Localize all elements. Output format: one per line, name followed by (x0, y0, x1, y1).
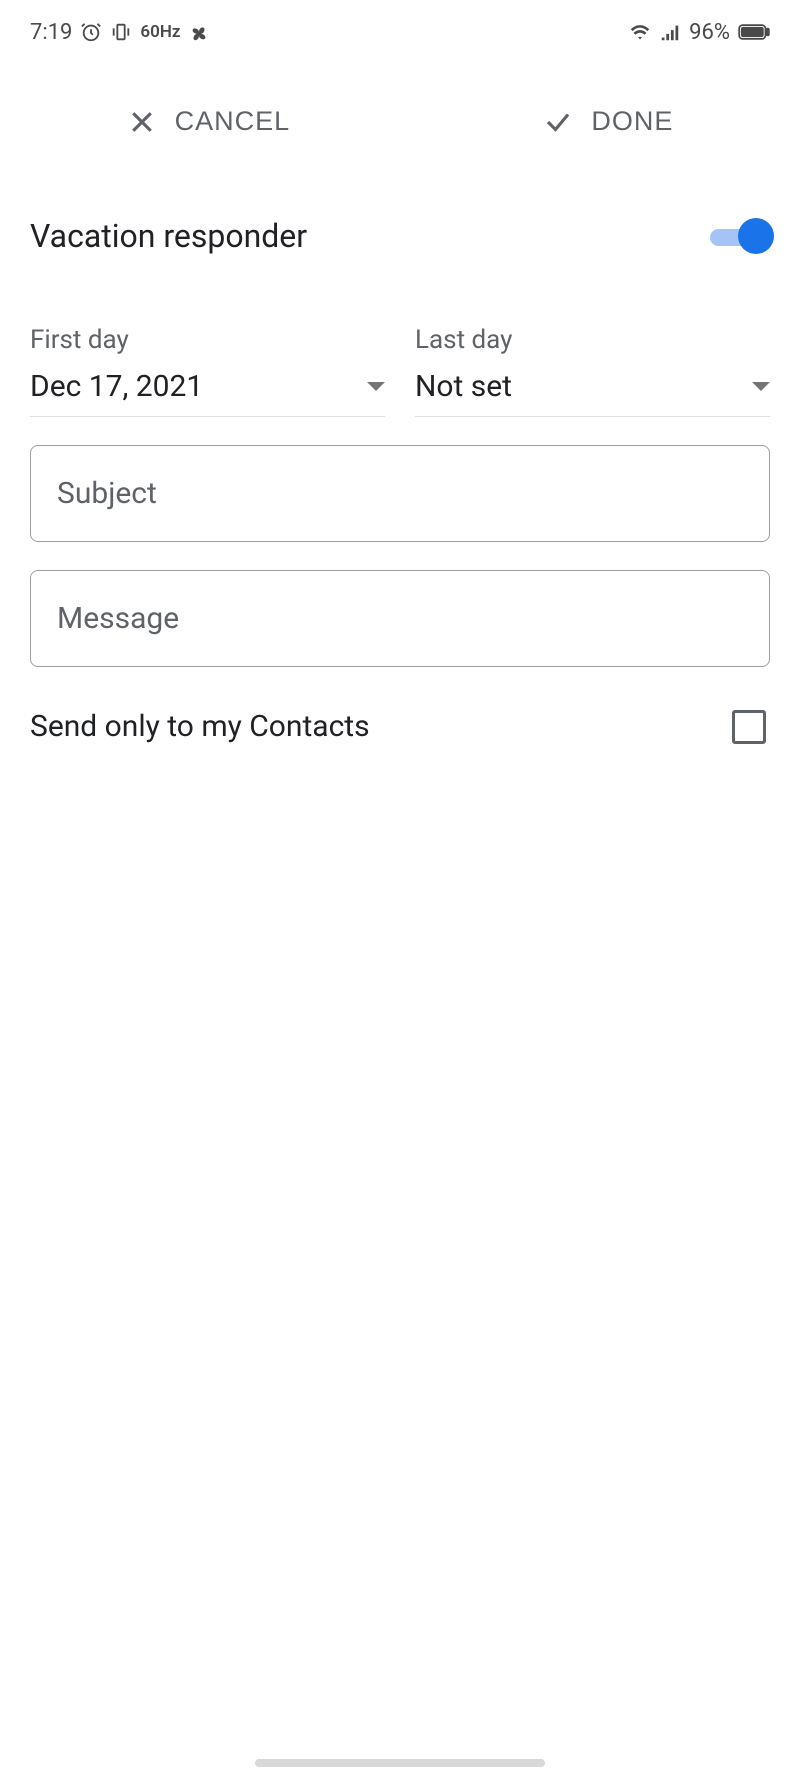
refresh-rate: 60Hz (140, 22, 180, 42)
last-day-value: Not set (415, 369, 512, 404)
message-input[interactable] (57, 601, 743, 636)
alarm-icon (80, 21, 102, 43)
setting-title: Vacation responder (30, 217, 307, 255)
cancel-label: CANCEL (175, 106, 291, 137)
top-actions: CANCEL DONE (0, 56, 800, 167)
first-day-select[interactable]: Dec 17, 2021 (30, 369, 385, 417)
check-icon (543, 107, 573, 137)
status-left: 7:19 60Hz (30, 20, 210, 45)
subject-input[interactable] (57, 476, 743, 511)
done-label: DONE (591, 106, 673, 137)
first-day-value: Dec 17, 2021 (30, 369, 203, 404)
contacts-only-checkbox[interactable] (732, 710, 766, 744)
last-day-label: Last day (415, 325, 770, 355)
last-day-select[interactable]: Not set (415, 369, 770, 417)
status-bar: 7:19 60Hz 96% (0, 0, 800, 56)
contacts-only-label: Send only to my Contacts (30, 709, 370, 744)
fan-icon (188, 21, 210, 43)
close-icon (127, 107, 157, 137)
toggle-thumb (738, 218, 774, 254)
status-time: 7:19 (30, 20, 72, 45)
subject-field-container (30, 445, 770, 542)
done-button[interactable]: DONE (543, 106, 673, 137)
cancel-button[interactable]: CANCEL (127, 106, 291, 137)
battery-icon (738, 23, 770, 41)
setting-row: Vacation responder (0, 167, 800, 275)
last-day-column: Last day Not set (415, 325, 770, 417)
contacts-only-row: Send only to my Contacts (0, 667, 800, 744)
vibrate-icon (110, 21, 132, 43)
home-indicator[interactable] (255, 1759, 545, 1767)
first-day-label: First day (30, 325, 385, 355)
vacation-responder-toggle[interactable] (710, 218, 770, 254)
chevron-down-icon (752, 382, 770, 391)
status-right: 96% (629, 20, 770, 45)
message-field-container (30, 570, 770, 667)
first-day-column: First day Dec 17, 2021 (30, 325, 385, 417)
signal-icon (659, 21, 681, 43)
date-row: First day Dec 17, 2021 Last day Not set (0, 275, 800, 417)
chevron-down-icon (367, 382, 385, 391)
battery-percent: 96% (689, 20, 730, 45)
wifi-icon (629, 21, 651, 43)
